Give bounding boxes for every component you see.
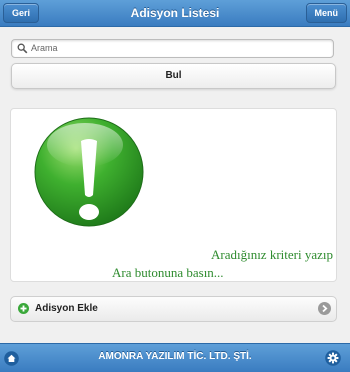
add-order-label: Adisyon Ekle: [35, 303, 98, 314]
footer-bar: AMONRA YAZILIM TİC. LTD. ŞTİ.: [0, 343, 350, 372]
gear-icon[interactable]: [325, 350, 341, 366]
menu-button[interactable]: Menü: [305, 3, 347, 23]
search-box[interactable]: [11, 39, 334, 58]
message-line-1: Aradığınız kriteri yazıp: [210, 247, 333, 262]
message-panel: Aradığınız kriteri yazıp Ara butonuna ba…: [10, 108, 337, 282]
company-name: AMONRA YAZILIM TİC. LTD. ŞTİ.: [98, 351, 252, 362]
exclamation-icon: [34, 117, 144, 227]
chevron-right-icon: [318, 302, 331, 315]
add-order-item[interactable]: Adisyon Ekle: [10, 296, 337, 322]
search-icon: [17, 43, 28, 54]
page-title: Adisyon Listesi: [130, 6, 220, 20]
message-line-2: Ara butonuna basın...: [112, 265, 224, 280]
header-bar: Geri Adisyon Listesi Menü: [0, 0, 350, 27]
plus-icon: [18, 303, 29, 314]
find-button[interactable]: Bul: [11, 63, 336, 89]
search-input[interactable]: [31, 41, 321, 55]
